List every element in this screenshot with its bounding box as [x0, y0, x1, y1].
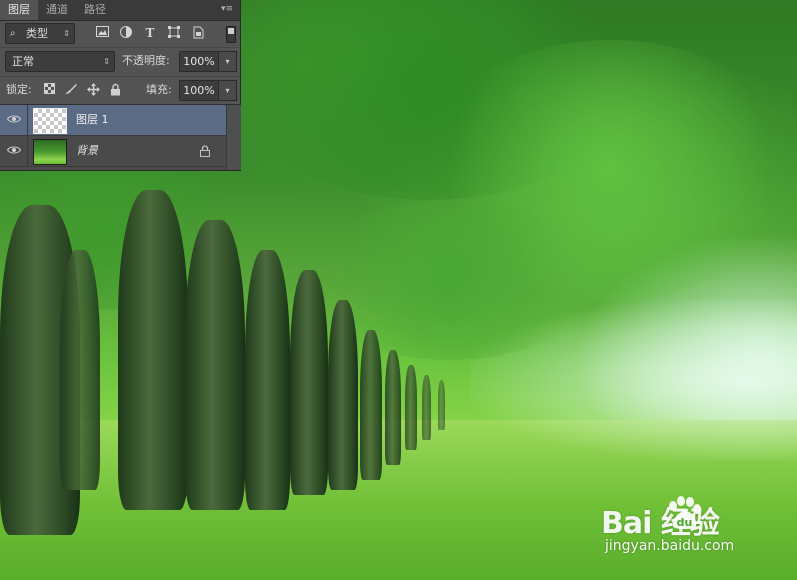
- tree-trunk: [360, 330, 382, 480]
- panel-menu-icon[interactable]: ▾≡: [220, 3, 234, 15]
- layer-name[interactable]: 背景: [76, 136, 98, 166]
- type-filter-icon[interactable]: T: [143, 26, 157, 40]
- filter-kind-label: 类型: [26, 27, 48, 40]
- updown-arrow-icon: ⇕: [63, 29, 70, 38]
- divider: [27, 105, 28, 135]
- blend-mode-value: 正常: [12, 55, 34, 68]
- fill-input[interactable]: 100%: [179, 80, 219, 101]
- divider: [27, 136, 28, 166]
- image-filter-icon[interactable]: [95, 26, 109, 40]
- layer-thumbnail-photo[interactable]: [33, 139, 67, 165]
- opacity-input[interactable]: 100%: [179, 51, 219, 72]
- tree-trunk: [422, 375, 431, 440]
- tree-trunk: [438, 380, 445, 430]
- opacity-label: 不透明度:: [122, 54, 170, 67]
- opacity-slider-button[interactable]: ▾: [218, 51, 237, 72]
- tab-layers[interactable]: 图层: [0, 0, 38, 20]
- tree-trunk: [245, 250, 290, 510]
- visibility-eye-icon[interactable]: [6, 114, 22, 126]
- fill-slider-button[interactable]: ▾: [218, 80, 237, 101]
- tree-trunk: [405, 365, 417, 450]
- layer-lock-icon[interactable]: [200, 145, 210, 160]
- layer-row-background[interactable]: 背景: [0, 136, 226, 167]
- tree-trunk: [385, 350, 401, 465]
- lock-image-pixels-icon[interactable]: [64, 83, 78, 97]
- watermark-url: jingyan.baidu.com: [605, 538, 735, 554]
- layer-row-layer-1[interactable]: 图层 1: [0, 105, 226, 136]
- smart-object-filter-icon[interactable]: [191, 26, 205, 40]
- baidu-jingyan-watermark: Bai 经验 du jingyan.baidu.com: [601, 496, 781, 564]
- lock-transparent-pixels-icon[interactable]: [42, 83, 56, 97]
- tree-trunk: [60, 250, 100, 490]
- blend-row: 正常 ⇕ 不透明度: 100% ▾: [0, 48, 240, 77]
- svg-text:du: du: [677, 516, 693, 529]
- fill-label: 填充:: [146, 83, 172, 96]
- tree-trunk: [118, 190, 188, 510]
- layer-list-scrollbar[interactable]: [226, 105, 241, 170]
- updown-arrow-icon: ⇕: [103, 57, 110, 66]
- tab-channels[interactable]: 通道: [38, 0, 76, 20]
- layer-filter-row: ⌕ 类型 ⇕ T: [0, 21, 240, 48]
- layer-thumbnail-transparent[interactable]: [33, 108, 67, 134]
- layer-list: 图层 1 背景: [0, 105, 226, 170]
- layers-panel: 图层 通道 路径 ▾≡ ⌕ 类型 ⇕ T 正常 ⇕ 不透明度: 100% ▾ 锁…: [0, 0, 241, 171]
- lock-all-icon[interactable]: [108, 83, 122, 97]
- tree-trunk: [328, 300, 358, 490]
- tree-trunk: [185, 220, 245, 510]
- baidu-paw-icon: du: [669, 496, 701, 529]
- shape-filter-icon[interactable]: [167, 26, 181, 40]
- layer-name[interactable]: 图层 1: [76, 105, 109, 135]
- visibility-eye-icon[interactable]: [6, 145, 22, 157]
- search-icon: ⌕: [10, 28, 16, 39]
- tree-trunk: [290, 270, 328, 495]
- panel-tab-bar: 图层 通道 路径 ▾≡: [0, 0, 240, 21]
- lock-row: 锁定: 填充: 100% ▾: [0, 77, 240, 105]
- blend-mode-select[interactable]: 正常 ⇕: [5, 51, 115, 72]
- filter-kind-select[interactable]: ⌕ 类型 ⇕: [5, 23, 75, 44]
- filter-toggle-switch[interactable]: [226, 26, 236, 43]
- lock-position-icon[interactable]: [86, 83, 100, 97]
- lock-label: 锁定:: [6, 83, 32, 96]
- tab-paths[interactable]: 路径: [76, 0, 114, 20]
- adjustment-filter-icon[interactable]: [119, 26, 133, 40]
